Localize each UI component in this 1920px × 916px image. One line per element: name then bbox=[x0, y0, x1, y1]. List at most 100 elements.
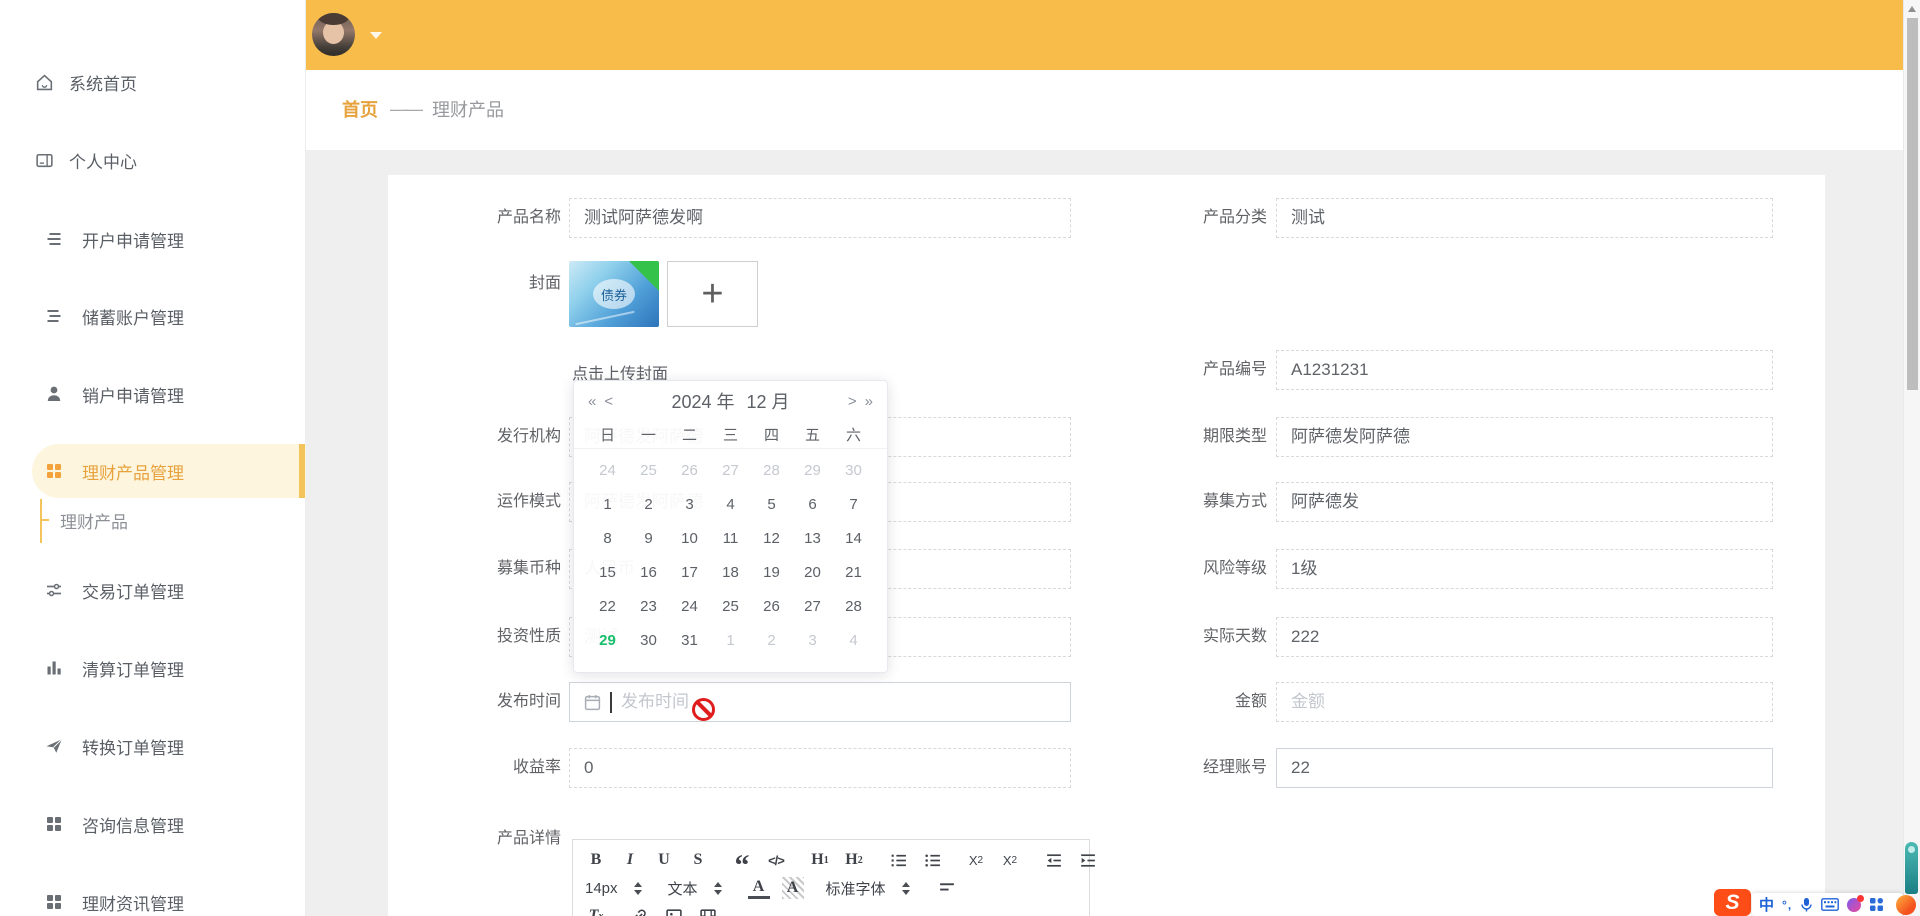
calendar-day[interactable]: 13 bbox=[792, 522, 833, 556]
bold-button[interactable]: B bbox=[585, 849, 607, 871]
calendar-day[interactable]: 27 bbox=[710, 454, 751, 488]
link-button[interactable] bbox=[629, 905, 651, 916]
calendar-month[interactable]: 12 月 bbox=[747, 388, 790, 414]
superscript-button[interactable]: X2 bbox=[999, 849, 1021, 871]
code-block-button[interactable]: </> bbox=[765, 849, 787, 871]
outdent-button[interactable] bbox=[1043, 849, 1065, 871]
underline-button[interactable]: U bbox=[653, 849, 675, 871]
calendar-day[interactable]: 26 bbox=[751, 590, 792, 624]
scrollbar-up-arrow[interactable] bbox=[1908, 6, 1916, 12]
sidebar-subitem-wealth-product[interactable]: 理财产品 bbox=[60, 500, 306, 540]
next-month-button[interactable]: > bbox=[848, 393, 857, 410]
next-year-button[interactable]: » bbox=[865, 393, 873, 410]
calendar-day[interactable]: 16 bbox=[628, 556, 669, 590]
sidebar-item-wealth-news-mgmt[interactable]: 理财资讯管理 bbox=[0, 882, 306, 916]
cover-upload-button[interactable]: + bbox=[667, 261, 758, 327]
amount-input[interactable]: 金额 bbox=[1276, 682, 1773, 722]
calendar-day[interactable]: 29 bbox=[792, 454, 833, 488]
calendar-day-today[interactable]: 29 bbox=[587, 624, 628, 658]
sidebar-item-personal-center[interactable]: 个人中心 bbox=[0, 140, 306, 180]
calendar-day[interactable]: 28 bbox=[833, 590, 874, 624]
breadcrumb-home-link[interactable]: 首页 bbox=[342, 96, 378, 122]
ime-chinese-mode-button[interactable]: 中 bbox=[1759, 894, 1774, 915]
calendar-day[interactable]: 25 bbox=[628, 454, 669, 488]
calendar-day[interactable]: 24 bbox=[587, 454, 628, 488]
scrollbar-thumb[interactable] bbox=[1907, 18, 1918, 390]
sidebar-item-account-close-mgmt[interactable]: 销户申请管理 bbox=[0, 374, 306, 414]
raise-method-input[interactable]: 阿萨德发 bbox=[1276, 482, 1773, 522]
prev-year-button[interactable]: « bbox=[588, 393, 596, 410]
calendar-day[interactable]: 3 bbox=[792, 624, 833, 658]
sidebar-item-wealth-product-mgmt[interactable]: 理财产品管理 bbox=[0, 451, 306, 491]
calendar-day[interactable]: 31 bbox=[669, 624, 710, 658]
calendar-day[interactable]: 2 bbox=[628, 488, 669, 522]
calendar-day[interactable]: 4 bbox=[710, 488, 751, 522]
sidebar-item-savings-account-mgmt[interactable]: 储蓄账户管理 bbox=[0, 296, 306, 336]
avatar-dropdown-caret-icon[interactable] bbox=[370, 32, 382, 39]
calendar-day[interactable]: 19 bbox=[751, 556, 792, 590]
calendar-day[interactable]: 15 bbox=[587, 556, 628, 590]
font-size-select[interactable]: 14px bbox=[585, 880, 642, 897]
calendar-year[interactable]: 2024 年 bbox=[671, 388, 734, 414]
prev-month-button[interactable]: < bbox=[604, 393, 613, 410]
calendar-day[interactable]: 9 bbox=[628, 522, 669, 556]
calendar-day[interactable]: 30 bbox=[628, 624, 669, 658]
ime-edge-badge-icon[interactable] bbox=[1896, 895, 1916, 915]
text-style-select[interactable]: 文本 bbox=[668, 878, 722, 899]
calendar-day[interactable]: 12 bbox=[751, 522, 792, 556]
cover-image-thumbnail[interactable]: 债券 bbox=[569, 261, 659, 327]
page-scrollbar[interactable] bbox=[1903, 0, 1920, 916]
calendar-day[interactable]: 7 bbox=[833, 488, 874, 522]
yield-rate-input[interactable]: 0 bbox=[569, 748, 1071, 788]
risk-level-input[interactable]: 1级 bbox=[1276, 549, 1773, 589]
image-button[interactable] bbox=[663, 905, 685, 916]
ime-toolbox-button[interactable] bbox=[1869, 897, 1884, 912]
align-button[interactable] bbox=[936, 877, 958, 899]
calendar-day[interactable]: 28 bbox=[751, 454, 792, 488]
category-input[interactable]: 测试 bbox=[1276, 198, 1773, 238]
product-no-input[interactable]: A1231231 bbox=[1276, 350, 1773, 390]
calendar-day[interactable]: 27 bbox=[792, 590, 833, 624]
calendar-day[interactable]: 1 bbox=[710, 624, 751, 658]
actual-days-input[interactable]: 222 bbox=[1276, 617, 1773, 657]
ime-punctuation-button[interactable]: °, bbox=[1782, 898, 1792, 912]
calendar-day[interactable]: 14 bbox=[833, 522, 874, 556]
calendar-day[interactable]: 8 bbox=[587, 522, 628, 556]
calendar-day[interactable]: 23 bbox=[628, 590, 669, 624]
indent-button[interactable] bbox=[1077, 849, 1099, 871]
product-name-input[interactable]: 测试阿萨德发啊 bbox=[569, 198, 1071, 238]
calendar-day[interactable]: 24 bbox=[669, 590, 710, 624]
user-avatar[interactable] bbox=[312, 13, 355, 56]
ordered-list-button[interactable] bbox=[887, 849, 909, 871]
sidebar-item-consult-info-mgmt[interactable]: 咨询信息管理 bbox=[0, 804, 306, 844]
calendar-day[interactable]: 2 bbox=[751, 624, 792, 658]
calendar-day[interactable]: 4 bbox=[833, 624, 874, 658]
manager-account-input[interactable]: 22 bbox=[1276, 748, 1773, 788]
ime-voice-button[interactable] bbox=[1800, 897, 1813, 913]
sidebar-item-trade-order-mgmt[interactable]: 交易订单管理 bbox=[0, 570, 306, 610]
calendar-day[interactable]: 25 bbox=[710, 590, 751, 624]
calendar-day[interactable]: 17 bbox=[669, 556, 710, 590]
heading1-button[interactable]: H1 bbox=[809, 849, 831, 871]
sogou-ime-logo[interactable]: S bbox=[1714, 889, 1751, 916]
calendar-day[interactable]: 5 bbox=[751, 488, 792, 522]
blockquote-button[interactable]: “ bbox=[731, 849, 753, 871]
font-family-select[interactable]: 标准字体 bbox=[826, 878, 910, 899]
calendar-day[interactable]: 20 bbox=[792, 556, 833, 590]
calendar-day[interactable]: 30 bbox=[833, 454, 874, 488]
video-button[interactable] bbox=[697, 905, 719, 916]
text-color-button[interactable]: A bbox=[748, 877, 770, 899]
calendar-day[interactable]: 22 bbox=[587, 590, 628, 624]
calendar-day[interactable]: 6 bbox=[792, 488, 833, 522]
italic-button[interactable]: I bbox=[619, 849, 641, 871]
screen-annotation-pen-tool[interactable] bbox=[1905, 842, 1918, 894]
subscript-button[interactable]: X2 bbox=[965, 849, 987, 871]
sidebar-item-account-open-mgmt[interactable]: 开户申请管理 bbox=[0, 219, 306, 259]
publish-time-input[interactable]: 发布时间 bbox=[569, 682, 1071, 722]
calendar-day[interactable]: 26 bbox=[669, 454, 710, 488]
calendar-day[interactable]: 3 bbox=[669, 488, 710, 522]
bullet-list-button[interactable] bbox=[921, 849, 943, 871]
sidebar-item-convert-order-mgmt[interactable]: 转换订单管理 bbox=[0, 726, 306, 766]
calendar-day[interactable]: 21 bbox=[833, 556, 874, 590]
background-color-button[interactable]: A bbox=[782, 877, 804, 899]
